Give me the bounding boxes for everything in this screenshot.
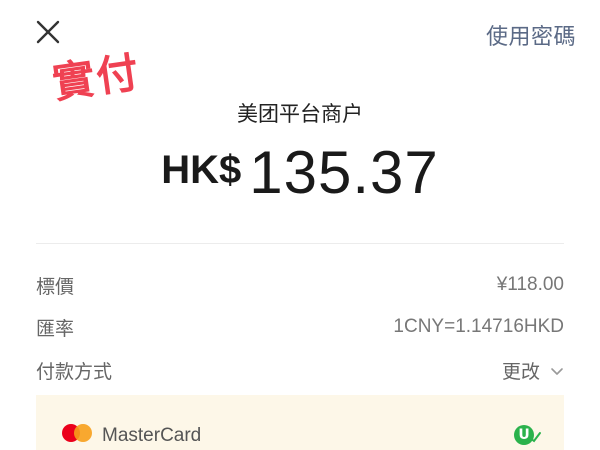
chevron-down-icon: [550, 360, 564, 382]
merchant-name: 美团平台商户: [237, 102, 363, 126]
payment-amount: HK$ 135.37: [0, 138, 600, 207]
change-label: 更改: [501, 360, 540, 383]
exchange-rate-label: 匯率: [36, 317, 75, 340]
exchange-rate-value: 1CNY=1.14716HKD: [393, 316, 564, 337]
mastercard-logo-icon: [62, 424, 94, 444]
card-name: MasterCard: [102, 425, 202, 446]
payment-method-label: 付款方式: [36, 360, 113, 383]
selected-card-option[interactable]: MasterCard U: [36, 395, 564, 450]
payment-confirm-screen: 使用密碼 實付 美团平台商户 HK$ 135.37 標價 ¥118.00 匯率 1…: [0, 0, 600, 450]
checkmark-icon: [529, 432, 541, 443]
close-icon[interactable]: [36, 20, 60, 44]
price-value: ¥118.00: [496, 274, 564, 295]
divider: [36, 243, 564, 244]
detail-row-price: 標價 ¥118.00: [36, 270, 564, 300]
currency-symbol: HK$: [161, 148, 242, 192]
detail-row-exchange-rate: 匯率 1CNY=1.14716HKD: [36, 312, 564, 342]
mastercard-orange-circle: [74, 424, 92, 442]
detail-row-payment-method: 付款方式 更改: [36, 355, 564, 385]
change-payment-method-button[interactable]: 更改: [502, 357, 564, 384]
amount-value: 135.37: [249, 139, 439, 206]
price-label: 標價: [36, 275, 75, 298]
use-password-link[interactable]: 使用密碼: [486, 19, 576, 51]
watermark-logo-icon: U: [514, 425, 554, 449]
